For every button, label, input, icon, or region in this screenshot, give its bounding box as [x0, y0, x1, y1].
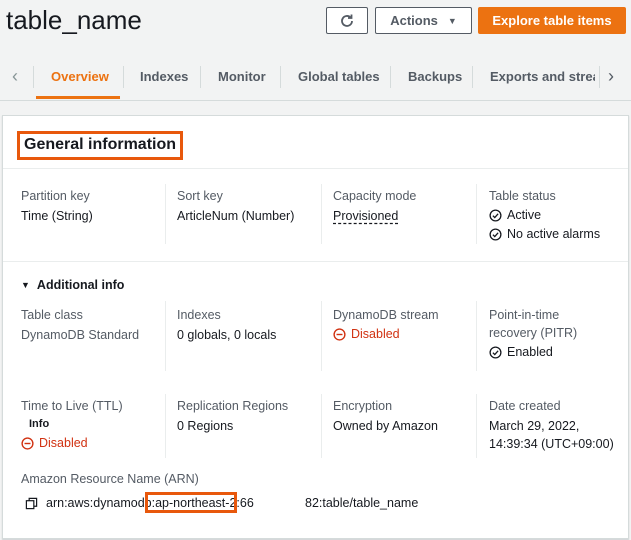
disabled-icon: [333, 327, 346, 341]
tab-divider: [599, 66, 600, 88]
header-divider: [3, 168, 628, 169]
tab-bar: ‹ Overview Indexes Monitor Global tables…: [0, 58, 631, 101]
pitr-status: Enabled: [489, 345, 553, 359]
section-divider: [3, 261, 628, 262]
check-circle-icon: [489, 227, 502, 241]
tab-monitor[interactable]: Monitor: [218, 69, 266, 84]
arn-region-highlight: [145, 492, 237, 513]
partition-key-label: Partition key: [21, 189, 90, 203]
copy-icon[interactable]: [25, 497, 38, 510]
sort-key-label: Sort key: [177, 189, 223, 203]
table-class-value: DynamoDB Standard: [21, 328, 140, 342]
active-tab-indicator: [36, 96, 120, 99]
arn-suffix: 82:table/table_name: [305, 496, 419, 510]
scroll-left-icon[interactable]: ‹: [12, 66, 18, 87]
column-divider: [321, 394, 322, 458]
indexes-value: 0 globals, 0 locals: [177, 328, 277, 342]
date-created-line2: 14:39:34 (UTC+09:00): [489, 437, 614, 451]
actions-dropdown-button[interactable]: Actions ▼: [375, 7, 472, 34]
additional-info-label: Additional info: [36, 278, 125, 292]
column-divider: [321, 184, 322, 244]
ttl-label: Time to Live (TTL): [21, 399, 123, 413]
ttl-info-link[interactable]: Info: [29, 418, 49, 430]
tab-divider: [123, 66, 124, 88]
caret-down-icon: ▼: [447, 15, 457, 26]
refresh-button[interactable]: [326, 7, 368, 34]
ttl-status: Disabled: [21, 436, 88, 450]
additional-info-toggle[interactable]: ▼ Additional info: [21, 278, 124, 292]
pitr-label-line1: Point-in-time: [489, 308, 560, 322]
column-divider: [321, 301, 322, 371]
refresh-icon: [341, 14, 353, 27]
alarms-value: No active alarms: [507, 227, 601, 241]
dynamodb-stream-status: Disabled: [333, 327, 400, 341]
tab-global-tables[interactable]: Global tables: [298, 69, 380, 84]
table-class-label: Table class: [21, 308, 83, 322]
table-status-label: Table status: [489, 189, 556, 203]
dynamodb-stream-value: Disabled: [351, 327, 400, 341]
tab-divider: [33, 66, 34, 88]
scroll-right-icon[interactable]: ›: [608, 66, 614, 87]
column-divider: [165, 301, 166, 371]
column-divider: [476, 394, 477, 458]
arn-account-fragment: 66: [239, 496, 254, 510]
table-status-value: Active: [507, 208, 542, 222]
arn-label: Amazon Resource Name (ARN): [21, 472, 199, 486]
encryption-label: Encryption: [333, 399, 393, 413]
arn-prefix: arn:aws:dynamodb:: [46, 496, 156, 510]
column-divider: [165, 394, 166, 458]
check-circle-icon: [489, 345, 502, 359]
column-divider: [165, 184, 166, 244]
section-title: General information: [17, 131, 184, 160]
replication-regions-label: Replication Regions: [177, 399, 289, 413]
tab-exports-and-streams[interactable]: Exports and stream: [490, 69, 595, 84]
capacity-mode-value[interactable]: Provisioned: [333, 209, 398, 223]
partition-key-value: Time (String): [21, 209, 93, 223]
tab-divider: [472, 66, 473, 88]
tab-divider: [280, 66, 281, 88]
capacity-mode-label: Capacity mode: [333, 189, 417, 203]
tab-indexes[interactable]: Indexes: [140, 69, 188, 84]
date-created-label: Date created: [489, 399, 561, 413]
encryption-value: Owned by Amazon: [333, 419, 438, 433]
tab-divider: [200, 66, 201, 88]
indexes-label: Indexes: [177, 308, 221, 322]
dynamodb-stream-label: DynamoDB stream: [333, 308, 439, 322]
column-divider: [476, 301, 477, 371]
actions-label: Actions: [390, 13, 438, 28]
sort-key-value: ArticleNum (Number): [177, 209, 295, 223]
general-information-panel: General information Partition key Time (…: [2, 115, 629, 539]
pitr-value: Enabled: [507, 345, 553, 359]
tab-overview[interactable]: Overview: [51, 69, 109, 84]
column-divider: [476, 184, 477, 244]
tab-backups[interactable]: Backups: [408, 69, 462, 84]
page-title: table_name: [6, 5, 142, 35]
date-created-line1: March 29, 2022,: [489, 419, 580, 433]
tab-divider: [390, 66, 391, 88]
pitr-label-line2: recovery (PITR): [489, 326, 578, 340]
ttl-value: Disabled: [39, 436, 88, 450]
replication-regions-value: 0 Regions: [177, 419, 234, 433]
table-status: Active: [489, 208, 541, 222]
disabled-icon: [21, 436, 34, 450]
explore-table-items-button[interactable]: Explore table items: [478, 7, 626, 34]
caret-down-icon: ▼: [21, 280, 30, 290]
check-circle-icon: [489, 208, 502, 222]
alarm-status: No active alarms: [489, 227, 600, 241]
